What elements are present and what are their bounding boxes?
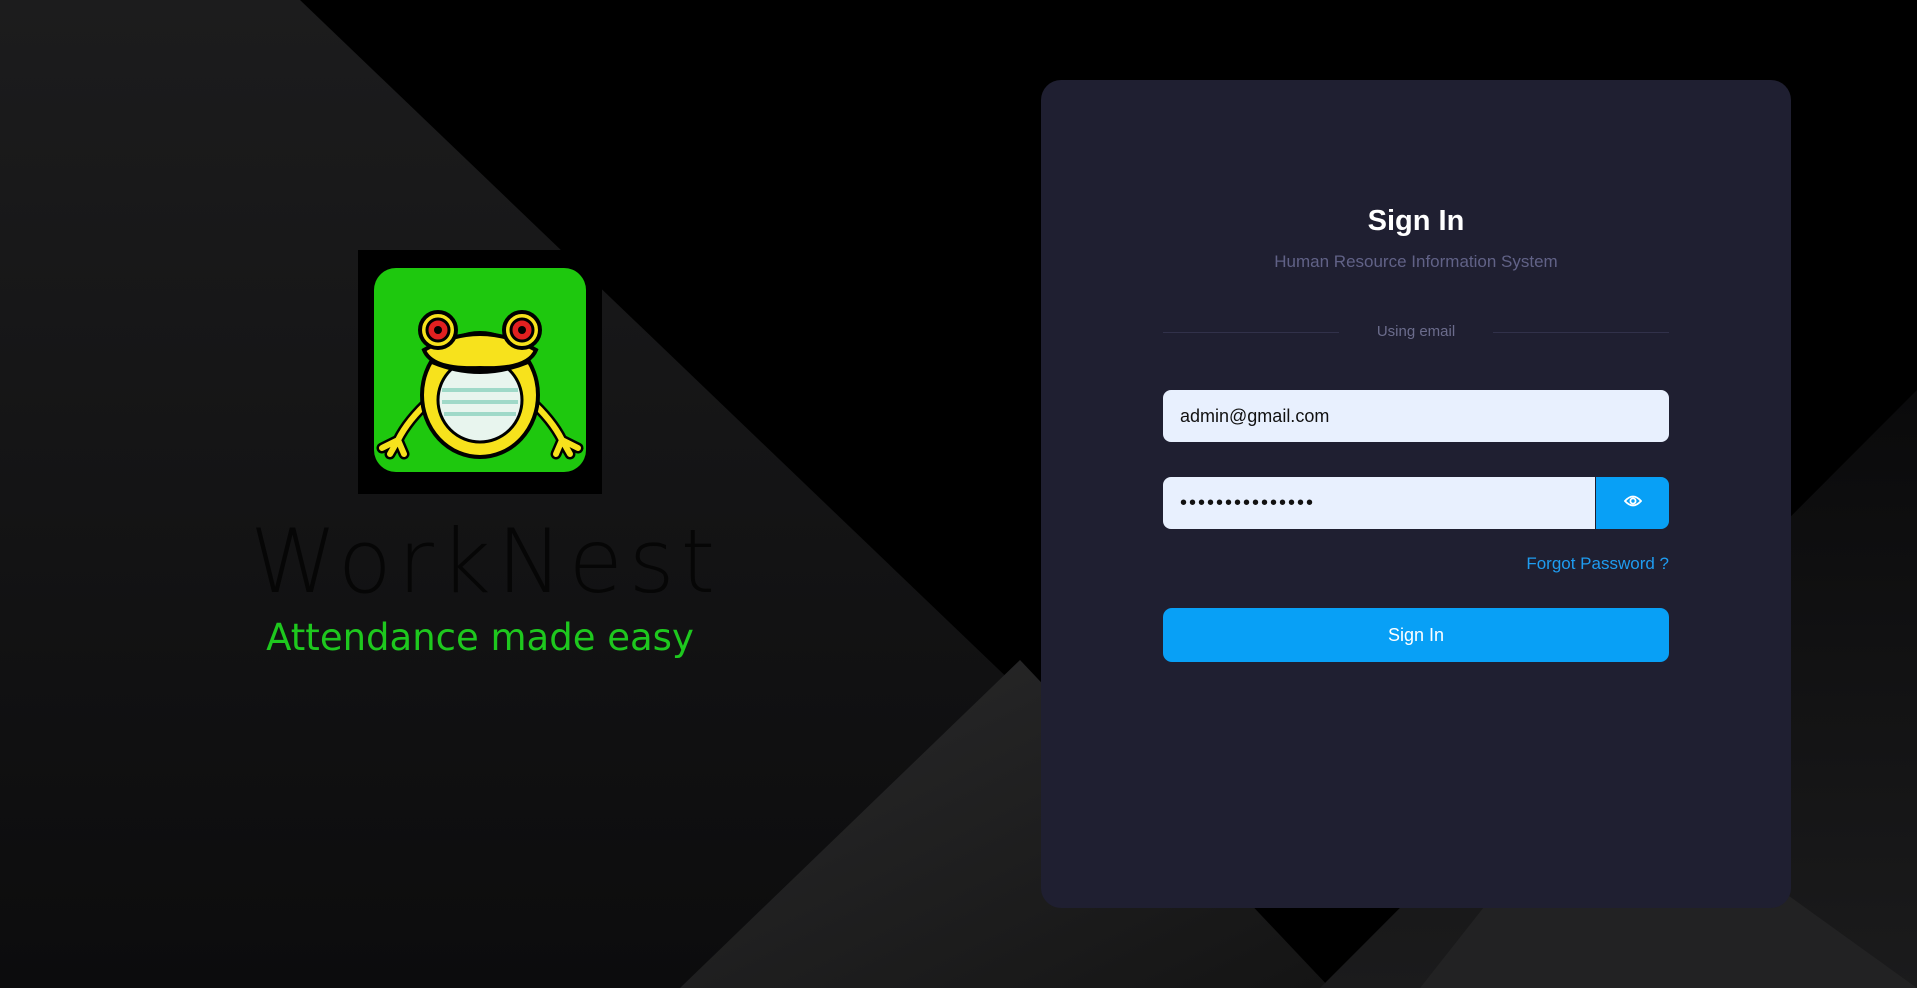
- divider-label: Using email: [1376, 323, 1456, 340]
- show-password-button[interactable]: [1596, 477, 1669, 529]
- brand-wordmark: WorkNest: [250, 510, 722, 613]
- signin-button[interactable]: Sign In: [1163, 608, 1669, 662]
- forgot-password-link[interactable]: Forgot Password ?: [1421, 552, 1669, 576]
- eye-icon: [1623, 494, 1642, 513]
- brand-tagline: Attendance made easy: [266, 616, 694, 659]
- signin-card: Sign In Human Resource Information Syste…: [1041, 80, 1791, 908]
- signin-title: Sign In: [1367, 205, 1465, 237]
- divider-right: [1493, 332, 1669, 333]
- divider-left: [1163, 332, 1339, 333]
- frog-logo-icon: [358, 250, 602, 494]
- signin-subtitle: Human Resource Information System: [1274, 252, 1558, 271]
- password-field[interactable]: •••••••••••••••: [1163, 477, 1595, 529]
- brand-panel: WorkNest Attendance made easy: [250, 250, 722, 670]
- email-field[interactable]: admin@gmail.com: [1163, 390, 1669, 442]
